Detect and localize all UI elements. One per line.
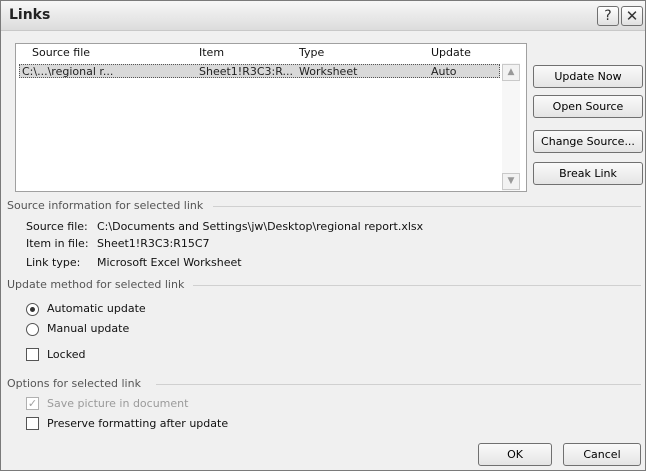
preserve-formatting-checkbox[interactable] [26, 417, 39, 430]
separator [156, 384, 641, 385]
link-type-label: Link type: [26, 256, 81, 269]
update-method-heading: Update method for selected link [7, 278, 185, 291]
open-source-button[interactable]: Open Source [533, 95, 643, 118]
dialog-title: Links [9, 7, 51, 23]
automatic-update-radio[interactable] [26, 303, 39, 316]
column-header-source-file[interactable]: Source file [32, 46, 90, 59]
column-header-type[interactable]: Type [299, 46, 324, 59]
change-source-button[interactable]: Change Source... [533, 130, 643, 153]
locked-label[interactable]: Locked [47, 348, 85, 361]
column-header-update[interactable]: Update [431, 46, 471, 59]
close-button[interactable]: ✕ [621, 6, 643, 26]
options-heading: Options for selected link [7, 377, 141, 390]
link-type-value: Microsoft Excel Worksheet [97, 256, 242, 269]
manual-update-label[interactable]: Manual update [47, 322, 129, 335]
cancel-button[interactable]: Cancel [563, 443, 641, 466]
ok-button[interactable]: OK [478, 443, 552, 466]
separator [193, 285, 641, 286]
manual-update-radio[interactable] [26, 323, 39, 336]
save-picture-checkbox: ✓ [26, 397, 39, 410]
title-bar: Links ? ✕ [1, 1, 645, 31]
scroll-up-icon[interactable]: ▲ [502, 64, 520, 81]
preserve-formatting-label[interactable]: Preserve formatting after update [47, 417, 228, 430]
row-update: Auto [431, 65, 457, 78]
source-file-label: Source file: [26, 220, 88, 233]
links-dialog: Links ? ✕ Source file Item Type Update C… [0, 0, 646, 471]
vertical-scrollbar[interactable] [502, 63, 520, 191]
source-file-value: C:\Documents and Settings\jw\Desktop\reg… [97, 220, 424, 233]
item-in-file-label: Item in file: [26, 237, 89, 250]
column-header-item[interactable]: Item [199, 46, 224, 59]
help-button[interactable]: ? [597, 6, 619, 26]
save-picture-label: Save picture in document [47, 397, 189, 410]
scroll-down-icon[interactable]: ▼ [502, 173, 520, 190]
automatic-update-label[interactable]: Automatic update [47, 302, 146, 315]
locked-checkbox[interactable] [26, 348, 39, 361]
source-info-heading: Source information for selected link [7, 199, 204, 212]
break-link-button[interactable]: Break Link [533, 162, 643, 185]
update-now-button[interactable]: Update Now [533, 65, 643, 88]
item-in-file-value: Sheet1!R3C3:R15C7 [97, 237, 210, 250]
row-source-file: C:\...\regional r... [22, 65, 114, 78]
separator [213, 206, 641, 207]
row-item: Sheet1!R3C3:R... [199, 65, 293, 78]
row-type: Worksheet [299, 65, 358, 78]
